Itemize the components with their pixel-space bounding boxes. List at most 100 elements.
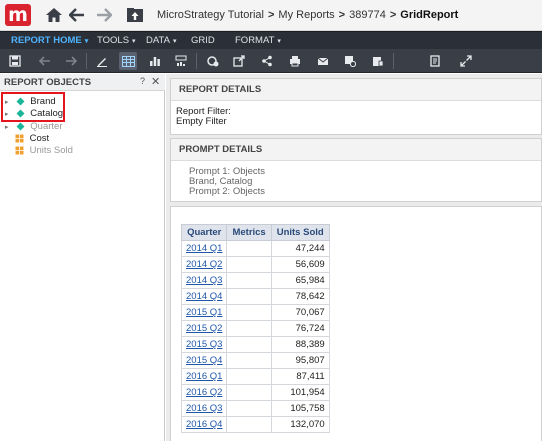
menu-tools[interactable]: TOOLS ▾ — [97, 32, 136, 50]
metrics-cell — [226, 256, 272, 273]
units-sold-cell: 105,758 — [270, 400, 330, 417]
refresh-icon[interactable] — [204, 52, 222, 70]
table-row: 2016 Q3 105,758 — [180, 400, 330, 417]
tree-item-brand[interactable]: ▸ Brand — [5, 96, 56, 108]
quarter-link[interactable]: 2016 Q3 — [180, 400, 228, 417]
fullscreen-icon[interactable] — [457, 52, 475, 70]
quarter-link[interactable]: 2015 Q4 — [180, 352, 228, 369]
units-sold-cell: 65,984 — [270, 272, 330, 289]
expand-icon[interactable]: ▸ — [5, 123, 13, 131]
quarter-link[interactable]: 2016 Q2 — [180, 384, 228, 401]
quarter-link[interactable]: 2015 Q1 — [180, 304, 228, 321]
pdf-icon[interactable] — [426, 52, 444, 70]
expand-icon[interactable]: ▸ — [5, 110, 13, 118]
table-row: 2014 Q3 65,984 — [180, 272, 330, 289]
menu-data[interactable]: DATA ▾ — [146, 32, 176, 50]
tree-item-cost[interactable]: Cost — [15, 133, 49, 145]
units-sold-cell: 70,067 — [270, 304, 330, 321]
breadcrumb-separator: > — [389, 9, 397, 21]
tree-item-catalog[interactable]: ▸ Catalog — [5, 108, 63, 120]
report-details-title: REPORT DETAILS — [171, 79, 541, 101]
undo-icon[interactable] — [36, 52, 54, 70]
table-row: 2014 Q4 78,642 — [180, 288, 330, 305]
units-sold-cell: 56,609 — [270, 256, 330, 273]
column-header-quarter[interactable]: Quarter — [180, 224, 228, 241]
microstrategy-logo[interactable]: m — [5, 4, 31, 26]
metrics-cell — [226, 240, 272, 257]
save-icon[interactable] — [6, 52, 24, 70]
breadcrumb-item[interactable]: MicroStrategy Tutorial — [157, 9, 264, 21]
metrics-cell — [226, 304, 272, 321]
quarter-link[interactable]: 2015 Q2 — [180, 320, 228, 337]
report-filter-value: Empty Filter — [176, 116, 227, 127]
units-sold-cell: 88,389 — [270, 336, 330, 353]
column-header-units-sold[interactable]: Units Sold — [270, 224, 330, 241]
close-icon[interactable]: ✕ — [151, 75, 160, 88]
table-row: 2015 Q2 76,724 — [180, 320, 330, 337]
breadcrumb-item[interactable]: 389774 — [349, 9, 386, 21]
email-icon[interactable] — [314, 52, 332, 70]
panel-title: REPORT OBJECTS — [4, 77, 92, 88]
quarter-link[interactable]: 2014 Q4 — [180, 288, 228, 305]
table-row: 2015 Q3 88,389 — [180, 336, 330, 353]
menu-report-home[interactable]: REPORT HOME ▾ — [11, 32, 88, 50]
attribute-icon — [16, 122, 25, 131]
units-sold-cell: 132,070 — [270, 416, 330, 433]
toolbar-divider — [86, 53, 87, 69]
breadcrumb-separator: > — [338, 9, 346, 21]
schedule-icon[interactable] — [341, 52, 359, 70]
toolbar-divider — [196, 53, 197, 69]
attribute-icon — [16, 109, 25, 118]
share-icon[interactable] — [258, 52, 276, 70]
design-mode-icon[interactable] — [93, 52, 111, 70]
export-icon[interactable] — [230, 52, 248, 70]
breadcrumb: MicroStrategy Tutorial > My Reports >389774… — [157, 9, 458, 21]
prompt-details-title: PROMPT DETAILS — [171, 139, 541, 161]
tree-item-quarter[interactable]: ▸ Quarter — [5, 121, 63, 133]
quarter-link[interactable]: 2016 Q4 — [180, 416, 228, 433]
up-folder-icon[interactable] — [125, 5, 145, 25]
breadcrumb-current: GridReport — [400, 9, 459, 21]
breadcrumb-item[interactable]: My Reports — [278, 9, 334, 21]
report-objects-header: REPORT OBJECTS ? ✕ — [0, 74, 165, 91]
table-row: 2015 Q4 95,807 — [180, 352, 330, 369]
top-header: m MicroStrategy Tutorial > My Reports >3897… — [0, 0, 542, 31]
report-canvas: REPORT DETAILS Report Filter: Empty Filt… — [166, 74, 542, 441]
print-icon[interactable] — [286, 52, 304, 70]
quarter-link[interactable]: 2015 Q3 — [180, 336, 228, 353]
menu-format[interactable]: FORMAT ▾ — [235, 32, 281, 50]
quarter-link[interactable]: 2014 Q3 — [180, 272, 228, 289]
forward-arrow-icon[interactable] — [94, 5, 114, 25]
graph-view-icon[interactable] — [146, 52, 164, 70]
metrics-cell — [226, 352, 272, 369]
back-arrow-icon[interactable] — [67, 5, 87, 25]
table-row: 2016 Q2 101,954 — [180, 384, 330, 401]
grid-view-icon[interactable] — [119, 52, 137, 70]
expand-icon[interactable]: ▸ — [5, 98, 13, 106]
help-icon[interactable]: ? — [140, 76, 145, 86]
units-sold-cell: 101,954 — [270, 384, 330, 401]
quarter-link[interactable]: 2014 Q2 — [180, 256, 228, 273]
metrics-cell — [226, 400, 272, 417]
metrics-cell — [226, 368, 272, 385]
toolbar-divider — [393, 53, 394, 69]
tree-item-units-sold[interactable]: Units Sold — [15, 145, 73, 157]
menu-grid[interactable]: GRID — [191, 32, 215, 50]
table-row: 2015 Q1 70,067 — [180, 304, 330, 321]
metrics-cell — [226, 416, 272, 433]
subscribe-icon[interactable] — [369, 52, 387, 70]
table-row: 2016 Q1 87,411 — [180, 368, 330, 385]
quarter-link[interactable]: 2016 Q1 — [180, 368, 228, 385]
metric-icon — [15, 146, 24, 155]
home-icon[interactable] — [44, 5, 64, 25]
units-sold-cell: 87,411 — [270, 368, 330, 385]
metrics-cell — [226, 272, 272, 289]
metrics-cell — [226, 320, 272, 337]
column-header-metrics[interactable]: Metrics — [226, 224, 272, 241]
metrics-cell — [226, 288, 272, 305]
report-details-panel: REPORT DETAILS Report Filter: Empty Filt… — [170, 78, 542, 135]
grid-graph-icon[interactable] — [172, 52, 190, 70]
redo-icon[interactable] — [62, 52, 80, 70]
units-sold-cell: 95,807 — [270, 352, 330, 369]
quarter-link[interactable]: 2014 Q1 — [180, 240, 228, 257]
